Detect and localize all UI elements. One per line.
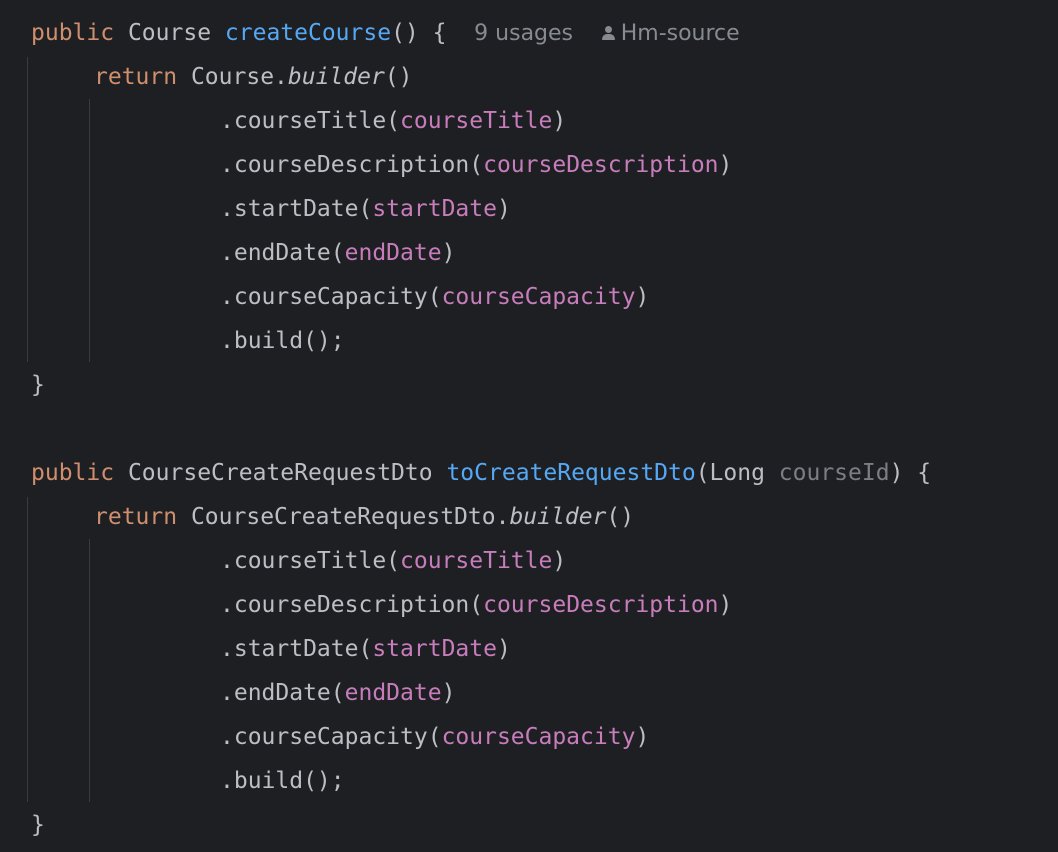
return-type: CourseCreateRequestDto bbox=[127, 460, 433, 486]
field-ref: endDate bbox=[344, 680, 442, 706]
field-ref: courseCapacity bbox=[441, 284, 636, 310]
author-name: Hm-source bbox=[620, 21, 740, 46]
chain-call: .courseTitle( bbox=[220, 548, 401, 574]
method-name-createCourse[interactable]: createCourse bbox=[225, 20, 391, 46]
close-paren: ) bbox=[635, 724, 650, 750]
code-line-19[interactable]: } bbox=[31, 803, 45, 847]
chain-call: .courseDescription( bbox=[220, 152, 484, 178]
author-inlay-hint[interactable]: Hm-source bbox=[601, 21, 740, 46]
field-ref: endDate bbox=[344, 240, 442, 266]
indent-guide bbox=[27, 57, 28, 362]
chain-call: .courseCapacity( bbox=[220, 284, 442, 310]
param-courseId: courseId bbox=[778, 460, 890, 486]
person-icon bbox=[601, 25, 615, 41]
close-paren: ) bbox=[552, 108, 567, 134]
close-paren: ) bbox=[552, 548, 567, 574]
signature-tail: () { bbox=[391, 20, 447, 46]
signature-tail: ) { bbox=[889, 460, 932, 486]
close-paren: ) bbox=[718, 592, 733, 618]
builder-parens: () bbox=[606, 504, 635, 530]
closing-brace: } bbox=[31, 812, 45, 838]
code-line-4[interactable]: .courseDescription(courseDescription) bbox=[220, 143, 732, 187]
build-call: .build(); bbox=[220, 768, 345, 794]
code-line-6[interactable]: .endDate(endDate) bbox=[220, 231, 455, 275]
code-line-8[interactable]: .build(); bbox=[220, 319, 345, 363]
code-line-17[interactable]: .courseCapacity(courseCapacity) bbox=[220, 715, 649, 759]
chain-call: .endDate( bbox=[220, 680, 345, 706]
field-ref: startDate bbox=[372, 196, 497, 222]
closing-brace: } bbox=[31, 372, 45, 398]
code-line-5[interactable]: .startDate(startDate) bbox=[220, 187, 511, 231]
keyword-public: public bbox=[31, 460, 115, 486]
code-line-13[interactable]: .courseTitle(courseTitle) bbox=[220, 539, 566, 583]
close-paren: ) bbox=[635, 284, 650, 310]
close-paren: ) bbox=[496, 196, 511, 222]
code-editor[interactable]: public Course createCourse() { 9 usages … bbox=[0, 0, 1058, 852]
code-line-12[interactable]: return CourseCreateRequestDto.builder() bbox=[94, 495, 634, 539]
chain-call: .courseDescription( bbox=[220, 592, 484, 618]
code-line-7[interactable]: .courseCapacity(courseCapacity) bbox=[220, 275, 649, 319]
field-ref: courseTitle bbox=[400, 548, 553, 574]
builder-method: builder bbox=[509, 504, 607, 530]
indent-guide bbox=[27, 497, 28, 802]
field-ref: courseCapacity bbox=[441, 724, 636, 750]
keyword-public: public bbox=[31, 20, 115, 46]
param-open: (Long bbox=[695, 460, 779, 486]
keyword-return: return bbox=[94, 504, 178, 530]
code-line-9[interactable]: } bbox=[31, 363, 45, 407]
builder-method: builder bbox=[287, 64, 385, 90]
close-paren: ) bbox=[441, 680, 456, 706]
code-line-18[interactable]: .build(); bbox=[220, 759, 345, 803]
builder-class: CourseCreateRequestDto. bbox=[190, 504, 510, 530]
field-ref: courseDescription bbox=[483, 152, 719, 178]
usages-inlay-hint[interactable]: 9 usages bbox=[474, 21, 573, 46]
close-paren: ) bbox=[441, 240, 456, 266]
field-ref: courseTitle bbox=[400, 108, 553, 134]
code-line-3[interactable]: .courseTitle(courseTitle) bbox=[220, 99, 566, 143]
indent-guide bbox=[89, 99, 90, 362]
field-ref: courseDescription bbox=[483, 592, 719, 618]
chain-call: .courseCapacity( bbox=[220, 724, 442, 750]
method-name-toCreateRequestDto[interactable]: toCreateRequestDto bbox=[446, 460, 695, 486]
build-call: .build(); bbox=[220, 328, 345, 354]
code-line-1[interactable]: public Course createCourse() { 9 usages … bbox=[31, 11, 740, 55]
code-line-15[interactable]: .startDate(startDate) bbox=[220, 627, 511, 671]
code-line-16[interactable]: .endDate(endDate) bbox=[220, 671, 455, 715]
chain-call: .endDate( bbox=[220, 240, 345, 266]
chain-call: .startDate( bbox=[220, 636, 373, 662]
builder-parens: () bbox=[384, 64, 413, 90]
builder-class: Course. bbox=[190, 64, 288, 90]
close-paren: ) bbox=[496, 636, 511, 662]
chain-call: .startDate( bbox=[220, 196, 373, 222]
code-line-2[interactable]: return Course.builder() bbox=[94, 55, 413, 99]
indent-guide bbox=[89, 539, 90, 802]
close-paren: ) bbox=[718, 152, 733, 178]
keyword-return: return bbox=[94, 64, 178, 90]
return-type: Course bbox=[127, 20, 212, 46]
code-line-14[interactable]: .courseDescription(courseDescription) bbox=[220, 583, 732, 627]
field-ref: startDate bbox=[372, 636, 497, 662]
chain-call: .courseTitle( bbox=[220, 108, 401, 134]
code-line-11[interactable]: public CourseCreateRequestDto toCreateRe… bbox=[31, 451, 931, 495]
